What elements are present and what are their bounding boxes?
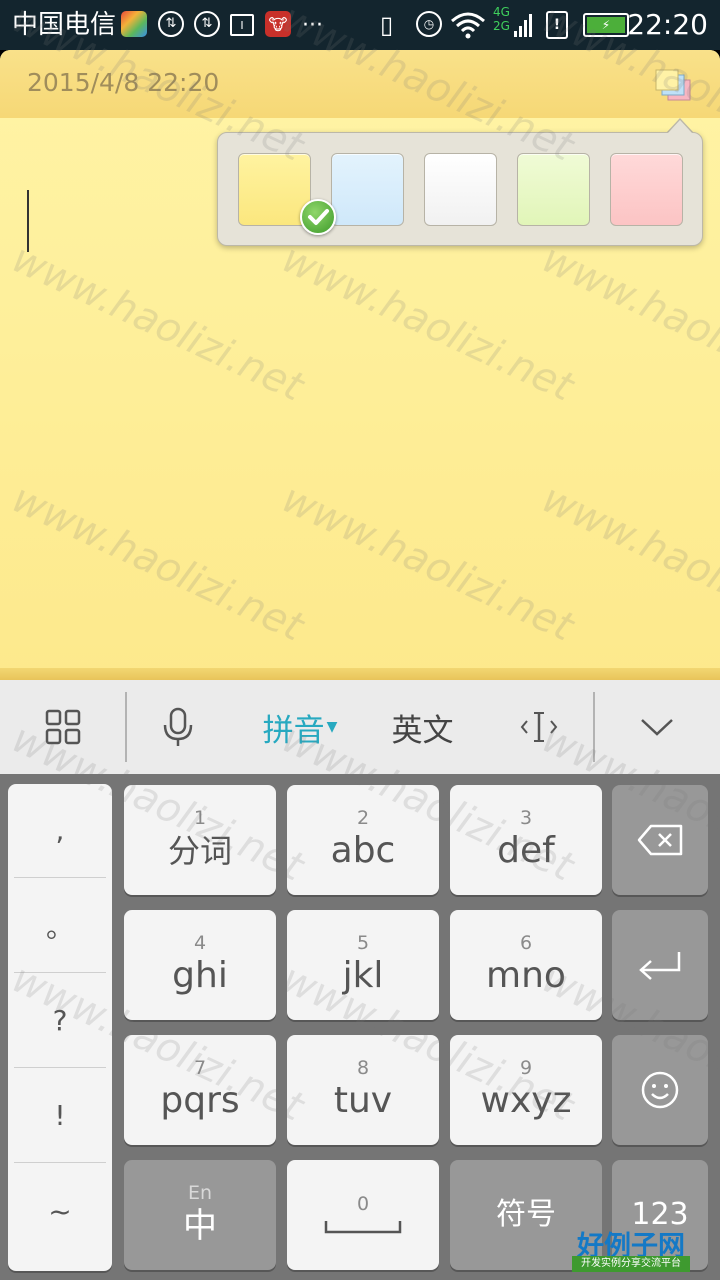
screen: 中国电信 ⇅ ⇅ I 🐮 ··· ▯ ◷ 4G 2G ! ⚡ 22:20 201…: [0, 0, 720, 1280]
punct-key[interactable]: ~: [14, 1164, 106, 1258]
more-icon: ···: [302, 12, 323, 38]
enter-key[interactable]: [612, 910, 708, 1020]
key-number: 6: [519, 932, 533, 954]
key-label: pqrs: [160, 1080, 240, 1121]
key-6[interactable]: 6 mno: [450, 910, 602, 1020]
key-label: abc: [330, 830, 396, 871]
key-number: 5: [356, 932, 370, 954]
alarm-icon: ◷: [416, 11, 442, 37]
punct-key[interactable]: !: [14, 1069, 106, 1163]
punctuation-column: , 。 ? ! ~: [8, 784, 112, 1271]
clock: 22:20: [627, 8, 708, 41]
key-number: 8: [356, 1057, 370, 1079]
punct-key[interactable]: ,: [14, 784, 106, 878]
color-switch-icon[interactable]: [654, 68, 694, 102]
space-key[interactable]: 0: [287, 1160, 439, 1270]
key-number: 1: [193, 807, 207, 829]
app-icon: 🐮: [265, 11, 291, 37]
color-swatch-blue[interactable]: [331, 153, 404, 226]
key-8[interactable]: 8 tuv: [287, 1035, 439, 1145]
key-3[interactable]: 3 def: [450, 785, 602, 895]
key-2[interactable]: 2 abc: [287, 785, 439, 895]
carrier-name: 中国电信: [12, 10, 117, 40]
toolbar-divider: [593, 692, 595, 762]
brand-logo: 好例子网 开发实例分享交流平台: [572, 1226, 690, 1272]
sync-icon: ⇅: [194, 11, 220, 37]
key-label: tuv: [333, 1080, 393, 1121]
tab-english[interactable]: 英文: [370, 680, 475, 774]
key-number: 2: [356, 807, 370, 829]
signal-icon: [514, 14, 532, 37]
key-label: mno: [486, 955, 566, 996]
key-1[interactable]: 1 分词: [124, 785, 276, 895]
key-4[interactable]: 4 ghi: [124, 910, 276, 1020]
emoji-key[interactable]: [612, 1035, 708, 1145]
punct-key[interactable]: ?: [14, 974, 106, 1068]
vibrate-icon: ▯: [380, 11, 394, 39]
color-swatch-pink[interactable]: [610, 153, 683, 226]
sim-alert-icon: !: [546, 11, 568, 39]
collapse-keyboard-icon[interactable]: [612, 680, 702, 774]
grid-icon[interactable]: [18, 680, 108, 774]
toolbar-divider: [125, 692, 127, 762]
smiley-icon: [641, 1071, 679, 1109]
key-7[interactable]: 7 pqrs: [124, 1035, 276, 1145]
key-label: 中: [183, 1206, 217, 1246]
microphone-icon[interactable]: [134, 680, 222, 774]
cursor-move-icon[interactable]: [495, 680, 583, 774]
text-cursor: [27, 190, 29, 252]
app-icon: [121, 11, 147, 37]
enter-icon: [639, 952, 681, 980]
key-number: 4: [193, 932, 207, 954]
wifi-icon: [451, 12, 485, 39]
note-bottom-edge: [0, 668, 720, 680]
key-5[interactable]: 5 jkl: [287, 910, 439, 1020]
brand-tagline: 开发实例分享交流平台: [572, 1256, 690, 1272]
color-swatch-white[interactable]: [424, 153, 497, 226]
note-header: 2015/4/8 22:20: [0, 50, 720, 118]
key-label: jkl: [342, 955, 384, 996]
note-date: 2015/4/8 22:20: [27, 68, 220, 97]
status-bar: 中国电信 ⇅ ⇅ I 🐮 ··· ▯ ◷ 4G 2G ! ⚡ 22:20: [0, 0, 720, 50]
tab-pinyin-label: 拼音: [262, 712, 325, 749]
punct-key[interactable]: 。: [14, 879, 106, 973]
space-bar-icon: [324, 1221, 402, 1234]
picker-pointer-fill: [668, 120, 692, 133]
tab-english-label: 英文: [391, 712, 454, 749]
sim-icon: I: [230, 14, 254, 36]
color-picker: [217, 132, 703, 246]
key-label: 符号: [496, 1197, 556, 1232]
key-label: ghi: [172, 955, 228, 996]
network-type: 4G 2G: [493, 5, 510, 33]
key-label: wxyz: [480, 1080, 572, 1121]
key-subtext: En: [187, 1182, 213, 1204]
backspace-key[interactable]: [612, 785, 708, 895]
backspace-icon: [637, 824, 683, 856]
ime-toolbar: 拼音 ▼ 英文: [0, 680, 720, 774]
color-swatch-green[interactable]: [517, 153, 590, 226]
key-label: def: [497, 830, 555, 871]
key-label: 分词: [167, 832, 232, 870]
language-switch-key[interactable]: En 中: [124, 1160, 276, 1270]
selected-check-icon: [300, 199, 336, 235]
key-number: 3: [519, 807, 533, 829]
battery-charging-icon: ⚡: [583, 13, 629, 37]
key-9[interactable]: 9 wxyz: [450, 1035, 602, 1145]
dropdown-arrow-icon: ▼: [326, 719, 338, 735]
tab-pinyin[interactable]: 拼音 ▼: [240, 680, 360, 774]
key-number: 0: [356, 1193, 370, 1215]
sync-icon: ⇅: [158, 11, 184, 37]
key-number: 9: [519, 1057, 533, 1079]
key-number: 7: [193, 1057, 207, 1079]
keyboard: , 。 ? ! ~ 1 分词 2 abc 3 def 4 ghi 5 jkl 6…: [0, 774, 720, 1280]
